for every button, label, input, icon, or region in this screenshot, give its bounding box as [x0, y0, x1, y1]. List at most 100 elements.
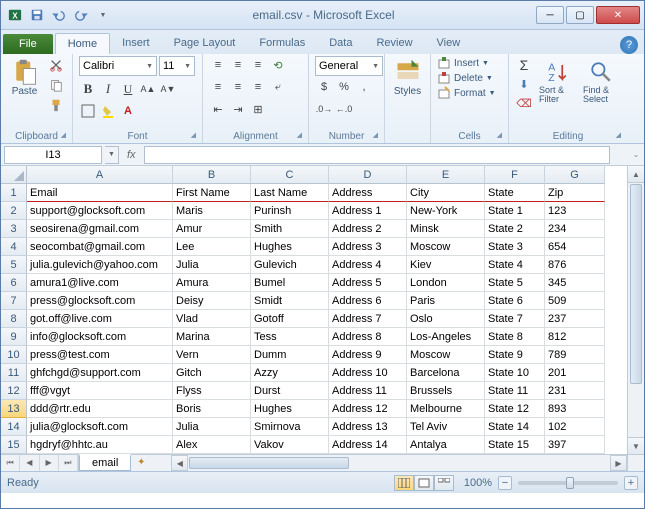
fill-icon[interactable]: ⬇: [515, 75, 533, 93]
align-bot-icon[interactable]: ≡: [249, 56, 267, 74]
cell[interactable]: State 3: [485, 238, 545, 256]
col-header-G[interactable]: G: [545, 166, 605, 184]
shrink-font-icon[interactable]: A▼: [159, 80, 177, 98]
font-size-combo[interactable]: 11▼: [159, 56, 195, 76]
cell[interactable]: support@glocksoft.com: [27, 202, 173, 220]
tab-home[interactable]: Home: [55, 33, 110, 54]
cell[interactable]: Azzy: [251, 364, 329, 382]
cell[interactable]: Moscow: [407, 346, 485, 364]
sheet-tab[interactable]: email: [79, 454, 131, 471]
cell[interactable]: got.off@live.com: [27, 310, 173, 328]
cell[interactable]: Lee: [173, 238, 251, 256]
increase-indent-icon[interactable]: ⇥: [229, 100, 247, 118]
fx-icon[interactable]: fx: [119, 149, 144, 161]
row-header[interactable]: 14: [1, 418, 27, 436]
cell[interactable]: Address 12: [329, 400, 407, 418]
cell[interactable]: press@glocksoft.com: [27, 292, 173, 310]
cell[interactable]: julia@glocksoft.com: [27, 418, 173, 436]
cell[interactable]: Address 9: [329, 346, 407, 364]
align-center-icon[interactable]: ≡: [229, 78, 247, 96]
cell[interactable]: Gulevich: [251, 256, 329, 274]
cell[interactable]: 123: [545, 202, 605, 220]
scroll-up-button[interactable]: ▲: [628, 166, 644, 183]
cell[interactable]: 893: [545, 400, 605, 418]
row-header[interactable]: 15: [1, 436, 27, 454]
cell[interactable]: State 1: [485, 202, 545, 220]
normal-view-button[interactable]: [394, 475, 414, 491]
cell[interactable]: Flyss: [173, 382, 251, 400]
cell[interactable]: Moscow: [407, 238, 485, 256]
minimize-button[interactable]: ─: [536, 6, 564, 24]
cell[interactable]: Address 1: [329, 202, 407, 220]
tab-data[interactable]: Data: [317, 33, 364, 54]
cell[interactable]: Julia: [173, 256, 251, 274]
autosum-icon[interactable]: Σ: [515, 56, 533, 74]
vertical-scrollbar[interactable]: ▲ ▼: [627, 166, 644, 454]
grow-font-icon[interactable]: A▲: [139, 80, 157, 98]
cell[interactable]: Tess: [251, 328, 329, 346]
tab-last-icon[interactable]: ⏭: [59, 455, 78, 471]
cell[interactable]: State 9: [485, 346, 545, 364]
cell[interactable]: Dumm: [251, 346, 329, 364]
cell[interactable]: Smith: [251, 220, 329, 238]
row-header[interactable]: 5: [1, 256, 27, 274]
cell[interactable]: Bumel: [251, 274, 329, 292]
cell[interactable]: 654: [545, 238, 605, 256]
zoom-in-button[interactable]: +: [624, 476, 638, 490]
align-right-icon[interactable]: ≡: [249, 78, 267, 96]
cell[interactable]: Marina: [173, 328, 251, 346]
cell[interactable]: Los-Angeles: [407, 328, 485, 346]
cell[interactable]: Barcelona: [407, 364, 485, 382]
cell[interactable]: 397: [545, 436, 605, 454]
name-box-dropdown[interactable]: ▼: [105, 146, 119, 164]
save-icon[interactable]: [27, 5, 47, 25]
cell[interactable]: State 4: [485, 256, 545, 274]
cell[interactable]: Paris: [407, 292, 485, 310]
align-top-icon[interactable]: ≡: [209, 56, 227, 74]
cell[interactable]: 812: [545, 328, 605, 346]
underline-button[interactable]: U: [119, 80, 137, 98]
cell[interactable]: Alex: [173, 436, 251, 454]
increase-decimal-icon[interactable]: .0→: [315, 100, 333, 118]
cell[interactable]: Tel Aviv: [407, 418, 485, 436]
cell[interactable]: City: [407, 184, 485, 202]
font-color-icon[interactable]: A: [119, 102, 137, 120]
row-header[interactable]: 10: [1, 346, 27, 364]
scroll-down-button[interactable]: ▼: [628, 437, 644, 454]
clear-icon[interactable]: ⌫: [515, 94, 533, 112]
cell[interactable]: State 2: [485, 220, 545, 238]
file-tab[interactable]: File: [3, 34, 53, 54]
cell[interactable]: Minsk: [407, 220, 485, 238]
cell[interactable]: State: [485, 184, 545, 202]
cell[interactable]: 234: [545, 220, 605, 238]
row-header[interactable]: 3: [1, 220, 27, 238]
cell[interactable]: State 15: [485, 436, 545, 454]
cell[interactable]: 231: [545, 382, 605, 400]
format-painter-icon[interactable]: [46, 96, 66, 114]
cell[interactable]: Address 11: [329, 382, 407, 400]
row-header[interactable]: 9: [1, 328, 27, 346]
cell[interactable]: London: [407, 274, 485, 292]
tab-prev-icon[interactable]: ◀: [20, 455, 39, 471]
zoom-slider[interactable]: [518, 481, 618, 485]
cell[interactable]: Address 4: [329, 256, 407, 274]
cell[interactable]: State 11: [485, 382, 545, 400]
cell[interactable]: Address 13: [329, 418, 407, 436]
row-header[interactable]: 12: [1, 382, 27, 400]
decrease-indent-icon[interactable]: ⇤: [209, 100, 227, 118]
cell[interactable]: Vakov: [251, 436, 329, 454]
row-header[interactable]: 4: [1, 238, 27, 256]
cell[interactable]: State 6: [485, 292, 545, 310]
cell[interactable]: State 7: [485, 310, 545, 328]
delete-button[interactable]: Delete ▼: [437, 71, 493, 85]
cell[interactable]: Boris: [173, 400, 251, 418]
tab-view[interactable]: View: [425, 33, 473, 54]
cell[interactable]: Vlad: [173, 310, 251, 328]
tab-next-icon[interactable]: ▶: [40, 455, 59, 471]
row-header[interactable]: 1: [1, 184, 27, 202]
styles-button[interactable]: Styles: [391, 56, 424, 99]
help-icon[interactable]: ?: [620, 36, 638, 54]
cell[interactable]: press@test.com: [27, 346, 173, 364]
cell[interactable]: Gitch: [173, 364, 251, 382]
cell[interactable]: Amur: [173, 220, 251, 238]
